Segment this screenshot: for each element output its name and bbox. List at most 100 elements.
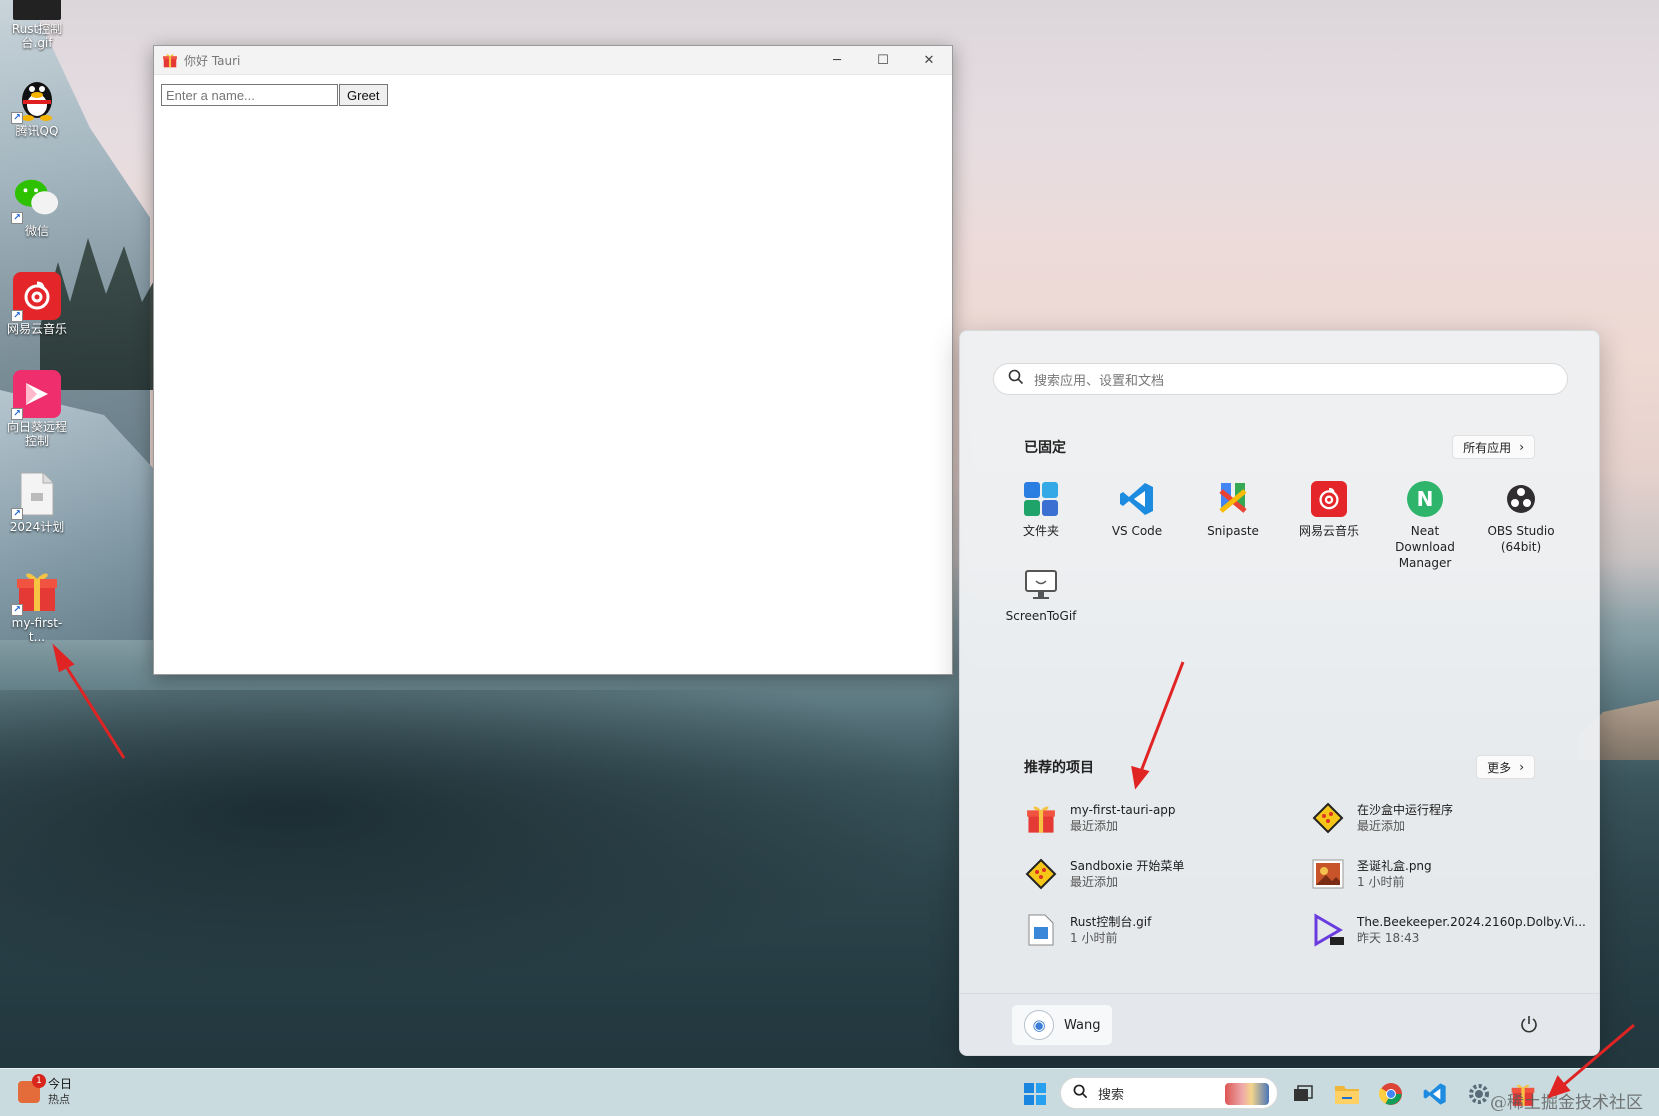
pinned-app-obs[interactable]: OBS Studio (64bit) [1476,481,1566,555]
user-name: Wang [1064,1017,1101,1033]
chevron-right-icon: › [1519,440,1524,454]
pinned-app-label: 文件夹 [1022,524,1059,538]
desktop-icon-wechat[interactable]: ↗ 微信 [4,174,70,238]
netease-icon [1311,481,1347,517]
minimize-button[interactable]: ─ [814,46,860,75]
task-view-button[interactable] [1286,1077,1320,1111]
tauri-app-window: 你好 Tauri ─ ☐ ✕ Greet [153,45,953,675]
pinned-app-vscode[interactable]: VS Code [1092,481,1182,539]
pinned-app-label: Snipaste [1207,524,1259,538]
desktop-icon-label: 腾讯QQ [15,124,59,138]
recommended-item-title: 在沙盒中运行程序 [1357,803,1454,817]
all-apps-label: 所有应用 [1463,440,1512,455]
shortcut-arrow-icon: ↗ [11,212,23,224]
window-title: 你好 Tauri [184,53,241,68]
pinned-app-netease[interactable]: 网易云音乐 [1284,481,1374,539]
all-apps-button[interactable]: 所有应用 › [1452,435,1535,459]
window-controls: ─ ☐ ✕ [814,46,952,75]
recommended-item-sub: 最近添加 [1070,875,1119,889]
taskbar-search[interactable]: 搜索 [1060,1077,1278,1109]
sandboxie-icon [1024,857,1058,891]
start-search-box[interactable]: 搜索应用、设置和文档 [993,363,1568,395]
desktop-icon-netease-music[interactable]: ↗ 网易云音乐 [4,272,70,336]
watermark: @稀土掘金技术社区 [1490,1093,1643,1113]
recommended-item-title: Rust控制台.gif [1070,915,1152,929]
recommended-item-sub: 1 小时前 [1357,875,1405,889]
qq-penguin-icon: ↗ [11,74,61,124]
more-label: 更多 [1487,760,1512,775]
pinned-app-folder[interactable]: 文件夹 [996,481,1086,539]
name-input[interactable] [161,84,338,106]
desktop-icon-label: 微信 [24,224,49,238]
recommended-item-sub: 1 小时前 [1070,931,1118,945]
window-content: Greet [154,75,952,115]
news-sub: 热点 [48,1093,70,1106]
desktop-icon-plan-2024[interactable]: ↗ 2024计划 [4,470,70,534]
shortcut-arrow-icon: ↗ [11,508,23,520]
avatar: ◉ [1024,1010,1054,1040]
desktop-icon-qq[interactable]: ↗ 腾讯QQ [4,74,70,138]
pinned-app-label: VS Code [1111,524,1163,538]
search-highlight-image [1225,1083,1269,1105]
snipaste-icon [1215,481,1251,517]
document-file-icon: ↗ [11,470,61,520]
shortcut-arrow-icon: ↗ [11,310,23,322]
recommended-item-title: The.Beekeeper.2024.2160p.Dolby.Vi... [1357,915,1586,929]
vscode-icon [1423,1083,1446,1105]
minimize-icon: ─ [833,53,841,68]
desktop-icon-sunlogin[interactable]: ↗ 向日葵远程控制 [4,370,70,448]
taskbar-search-label: 搜索 [1098,1087,1125,1103]
recommended-item-title: Sandboxie 开始菜单 [1070,859,1185,873]
search-icon [1008,369,1034,389]
desktop-icon-label: Rust控制台.gif [11,22,63,50]
more-button[interactable]: 更多 › [1476,755,1535,779]
desktop-icon-my-first-tauri[interactable]: ↗ my-first-t... [4,566,70,644]
desktop-icon-label: 向日葵远程控制 [6,420,67,448]
sandboxie-icon [1311,801,1345,835]
recommended-item[interactable]: Sandboxie 开始菜单 最近添加 [1024,857,1314,891]
recommended-item[interactable]: 圣诞礼盒.png 1 小时前 [1311,857,1599,891]
wallpaper-reflection [0,690,960,990]
recommended-item[interactable]: The.Beekeeper.2024.2160p.Dolby.Vi... 昨天 1… [1311,913,1599,947]
start-button[interactable] [1018,1077,1052,1111]
greet-button[interactable]: Greet [339,84,388,106]
recommended-item[interactable]: 在沙盒中运行程序 最近添加 [1311,801,1599,835]
recommended-item-sub: 昨天 18:43 [1357,931,1420,945]
vscode-taskbar-button[interactable] [1418,1077,1452,1111]
desktop-icon-rust-gif[interactable]: Rust控制台.gif [4,0,70,50]
wechat-icon: ↗ [11,174,61,224]
shortcut-arrow-icon: ↗ [11,604,23,616]
gift-icon [162,52,178,68]
gif-file-icon [13,0,61,20]
pinned-app-screentogif[interactable]: ScreenToGif [996,566,1086,624]
recommended-item-sub: 最近添加 [1070,819,1119,833]
start-search-placeholder: 搜索应用、设置和文档 [1034,373,1165,389]
pinned-app-label: Neat Download Manager [1395,524,1455,570]
news-widget[interactable]: 1 今日 热点 [18,1074,72,1107]
pinned-app-ndm[interactable]: N Neat Download Manager [1380,481,1470,571]
video-icon [1311,913,1345,947]
vscode-icon [1119,481,1155,517]
ndm-icon: N [1407,481,1443,517]
recommended-item-title: my-first-tauri-app [1070,803,1176,817]
screentogif-icon [1023,566,1059,602]
netease-music-icon: ↗ [11,272,61,322]
recommended-item-sub: 最近添加 [1357,819,1406,833]
power-icon [1521,1016,1537,1033]
close-icon: ✕ [923,53,935,68]
gear-icon [1469,1084,1489,1104]
gift-icon [1024,801,1058,835]
chrome-button[interactable] [1374,1077,1408,1111]
recommended-item[interactable]: Rust控制台.gif 1 小时前 [1024,913,1314,947]
window-titlebar[interactable]: 你好 Tauri ─ ☐ ✕ [154,46,952,75]
power-button[interactable] [1519,1014,1539,1034]
file-explorer-button[interactable] [1330,1077,1364,1111]
recommended-item[interactable]: my-first-tauri-app 最近添加 [1024,801,1314,835]
maximize-button[interactable]: ☐ [860,46,906,75]
user-account-button[interactable]: ◉ Wang [1012,1005,1113,1045]
chrome-icon [1379,1083,1402,1105]
close-button[interactable]: ✕ [906,46,952,75]
taskbar: 1 今日 热点 搜索 [0,1068,1659,1116]
pinned-app-snipaste[interactable]: Snipaste [1188,481,1278,539]
recommended-item-title: 圣诞礼盒.png [1357,859,1432,873]
